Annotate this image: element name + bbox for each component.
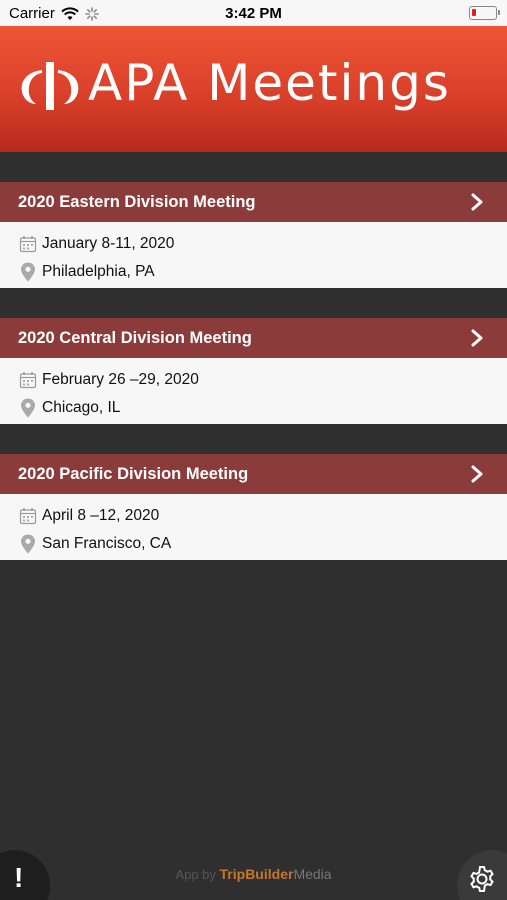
meeting-dates: February 26 –29, 2020 [42, 371, 199, 388]
status-time: 3:42 PM [225, 5, 282, 22]
meeting-header[interactable]: 2020 Central Division Meeting [0, 318, 507, 358]
battery-icon [469, 6, 500, 20]
meeting-location-row: San Francisco, CA [0, 530, 507, 558]
meeting-title: 2020 Eastern Division Meeting [18, 192, 256, 211]
meeting-header[interactable]: 2020 Eastern Division Meeting [0, 182, 507, 222]
chevron-right-icon [471, 329, 483, 347]
meeting-location-row: Philadelphia, PA [0, 258, 507, 286]
meeting-dates: April 8 –12, 2020 [42, 507, 160, 524]
meeting-details: January 8-11, 2020 Philadelphia, PA [0, 222, 507, 288]
calendar-icon [18, 506, 38, 526]
calendar-icon [18, 234, 38, 254]
settings-button[interactable] [457, 850, 507, 900]
meeting-location-row: Chicago, IL [0, 394, 507, 422]
meeting-list: 2020 Eastern Division Meeting January 8-… [0, 182, 507, 590]
meeting-card[interactable]: 2020 Eastern Division Meeting January 8-… [0, 182, 507, 288]
gear-icon [470, 866, 494, 892]
meeting-card[interactable]: 2020 Pacific Division Meeting April 8 –1… [0, 454, 507, 560]
meeting-location: Philadelphia, PA [42, 263, 155, 280]
powered-by-brand: App by TripBuilderMedia [0, 866, 507, 882]
status-bar: Carrier 3:42 PM [0, 0, 507, 26]
meeting-location: Chicago, IL [42, 399, 121, 416]
brand-name-primary: TripBuilder [219, 866, 294, 882]
chevron-right-icon [471, 465, 483, 483]
meeting-card[interactable]: 2020 Central Division Meeting February 2… [0, 318, 507, 424]
brand-name-secondary: Media [293, 866, 332, 882]
calendar-icon [18, 370, 38, 390]
meeting-dates-row: April 8 –12, 2020 [0, 502, 507, 530]
meeting-details: February 26 –29, 2020 Chicago, IL [0, 358, 507, 424]
app-title: APA Meetings [88, 54, 451, 112]
map-pin-icon [18, 262, 38, 282]
map-pin-icon [18, 398, 38, 418]
meeting-dates: January 8-11, 2020 [42, 235, 175, 252]
brand-prefix: App by [175, 867, 216, 882]
meeting-dates-row: January 8-11, 2020 [0, 230, 507, 258]
chevron-right-icon [471, 193, 483, 211]
meeting-header[interactable]: 2020 Pacific Division Meeting [0, 454, 507, 494]
map-pin-icon [18, 534, 38, 554]
alert-button[interactable]: ! [0, 850, 50, 900]
meeting-details: April 8 –12, 2020 San Francisco, CA [0, 494, 507, 560]
alert-icon: ! [14, 862, 24, 893]
apa-logo-icon [21, 62, 79, 110]
meeting-title: 2020 Pacific Division Meeting [18, 464, 249, 483]
meeting-location: San Francisco, CA [42, 535, 172, 552]
app-header: APA Meetings [0, 26, 507, 152]
meeting-dates-row: February 26 –29, 2020 [0, 366, 507, 394]
meeting-title: 2020 Central Division Meeting [18, 328, 252, 347]
